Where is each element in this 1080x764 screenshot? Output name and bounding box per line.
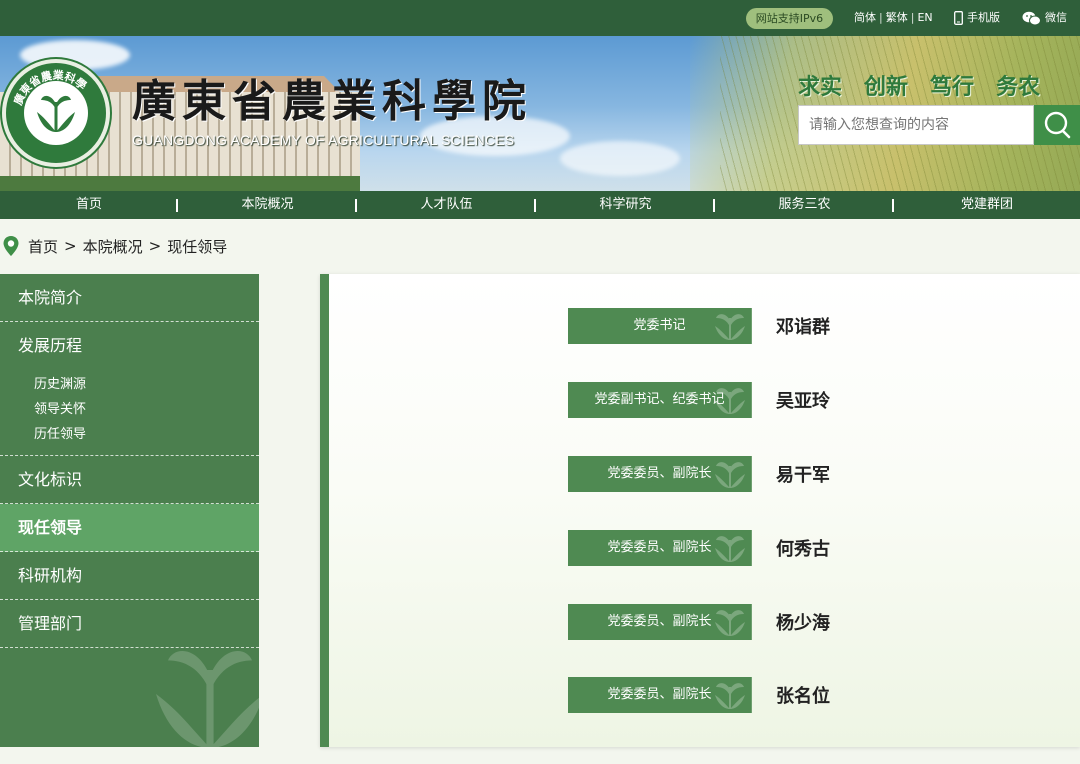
logo-seal-text: 廣東省農業科學 — [11, 68, 90, 107]
nav-item-home[interactable]: 首页 — [0, 191, 178, 219]
leader-role-badge: 党委委员、副院长 — [568, 677, 752, 713]
leaf-decoration-icon — [715, 683, 745, 709]
leader-name[interactable]: 杨少海 — [776, 609, 830, 635]
sidebar: 本院简介 发展历程 历史渊源 领导关怀 历任领导 文化标识 现任领导 科研机构 … — [0, 274, 259, 747]
nav-item-label: 人才队伍 — [420, 197, 473, 212]
leader-role: 党委委员、副院长 — [607, 540, 712, 555]
wechat-icon — [1022, 11, 1041, 25]
lang-traditional-link[interactable]: 繁体 — [886, 11, 908, 24]
leaf-decoration-icon — [715, 462, 745, 488]
wechat-link[interactable]: 微信 — [1022, 9, 1067, 27]
nav-item-label: 服务三农 — [778, 197, 831, 212]
leader-name[interactable]: 张名位 — [776, 682, 830, 708]
leader-name[interactable]: 邓诣群 — [776, 313, 830, 339]
lang-simplified-link[interactable]: 简体 — [854, 11, 876, 24]
leader-name[interactable]: 易干军 — [776, 461, 830, 487]
language-switcher: 简体 | 繁体 | EN — [854, 9, 933, 27]
leader-entry: 党委委员、副院长 杨少海 — [568, 604, 830, 640]
leader-role-badge: 党委委员、副院长 — [568, 456, 752, 492]
nav-item-label: 党建群团 — [960, 197, 1013, 212]
header-banner: 廣東省農業科學 廣東省農業科學院 GUANGDONG ACADEMY OF AG… — [0, 36, 1080, 191]
academy-name-chinese: 廣東省農業科學院 — [132, 76, 532, 127]
leader-role-badge: 党委委员、副院长 — [568, 530, 752, 566]
lang-divider: | — [910, 11, 915, 24]
leader-role: 党委副书记、纪委书记 — [594, 392, 725, 407]
motto-word: 笃行 — [930, 75, 975, 100]
search-input[interactable] — [798, 105, 1034, 145]
svg-text:廣東省農業科學: 廣東省農業科學 — [11, 68, 90, 107]
leader-entry: 党委委员、副院长 张名位 — [568, 677, 830, 713]
wechat-label: 微信 — [1045, 11, 1067, 24]
motto-word: 求实 — [798, 75, 843, 100]
motto-row: 求实 创新 笃行 务农 — [798, 74, 1040, 102]
leader-role: 党委委员、副院长 — [607, 466, 712, 481]
leader-role-badge: 党委委员、副院长 — [568, 604, 752, 640]
lang-english-link[interactable]: EN — [917, 11, 932, 24]
leaders-panel: 党委书记 邓诣群 党委副书记、纪委书记 吴亚玲 党委委员、副院长 易干军 党委委… — [320, 274, 1080, 747]
nav-item-label: 本院概况 — [241, 197, 294, 212]
academy-logo[interactable]: 廣東省農業科學 — [2, 59, 110, 167]
sidebar-item-management[interactable]: 管理部门 — [0, 600, 259, 648]
leaf-watermark-icon — [156, 651, 259, 747]
main-nav: 首页 本院概况 人才队伍 科学研究 服务三农 党建群团 — [0, 191, 1080, 219]
sidebar-sublist-history: 历史渊源 领导关怀 历任领导 — [0, 370, 259, 456]
sidebar-item-intro[interactable]: 本院简介 — [0, 274, 259, 322]
sidebar-subitem-leader-care[interactable]: 领导关怀 — [34, 397, 259, 422]
search-button[interactable] — [1034, 105, 1080, 145]
nav-item-talent[interactable]: 人才队伍 — [357, 191, 536, 219]
nav-item-party[interactable]: 党建群团 — [894, 191, 1080, 219]
breadcrumb-home[interactable]: 首页 — [28, 236, 58, 257]
leader-role: 党委书记 — [633, 318, 686, 333]
sidebar-item-current-leaders[interactable]: 现任领导 — [0, 504, 259, 552]
lang-divider: | — [879, 11, 883, 24]
leaf-decoration-icon — [715, 610, 745, 636]
search-box — [798, 105, 1080, 145]
mobile-version-label: 手机版 — [967, 11, 1000, 24]
phone-icon — [954, 11, 963, 25]
sidebar-item-history[interactable]: 发展历程 — [0, 322, 259, 370]
nav-item-service[interactable]: 服务三农 — [715, 191, 894, 219]
leader-name[interactable]: 吴亚玲 — [776, 387, 830, 413]
sidebar-item-culture[interactable]: 文化标识 — [0, 456, 259, 504]
leaf-decoration-icon — [715, 536, 745, 562]
nav-item-label: 首页 — [75, 197, 102, 212]
sidebar-subitem-former-leaders[interactable]: 历任领导 — [34, 422, 259, 447]
mobile-version-link[interactable]: 手机版 — [954, 9, 1000, 27]
leader-role-badge: 党委书记 — [568, 308, 752, 344]
location-pin-icon — [3, 236, 19, 256]
cloud-decoration — [560, 141, 680, 176]
top-bar: 网站支持IPv6 简体 | 繁体 | EN 手机版 微信 — [0, 0, 1080, 36]
logo-seal: 廣東省農業科學 — [11, 68, 90, 107]
leader-entry: 党委副书记、纪委书记 吴亚玲 — [568, 382, 830, 418]
nav-item-label: 科学研究 — [599, 197, 652, 212]
breadcrumb: 首页 > 本院概况 > 现任领导 — [0, 232, 227, 260]
breadcrumb-separator: > — [64, 237, 77, 255]
sidebar-item-research-institutes[interactable]: 科研机构 — [0, 552, 259, 600]
nav-item-research[interactable]: 科学研究 — [536, 191, 715, 219]
breadcrumb-overview[interactable]: 本院概况 — [83, 236, 143, 257]
search-icon — [1044, 111, 1071, 139]
greenery-strip — [0, 176, 360, 191]
leaf-decoration-icon — [715, 314, 745, 340]
ipv6-badge[interactable]: 网站支持IPv6 — [746, 8, 833, 29]
academy-name-english: GUANGDONG ACADEMY OF AGRICULTURAL SCIENC… — [132, 132, 515, 148]
leader-role-badge: 党委副书记、纪委书记 — [568, 382, 752, 418]
motto-word: 务农 — [996, 75, 1041, 100]
leader-name[interactable]: 何秀古 — [776, 535, 830, 561]
breadcrumb-current: 现任领导 — [167, 237, 228, 256]
nav-item-overview[interactable]: 本院概况 — [178, 191, 357, 219]
motto-word: 创新 — [864, 75, 909, 100]
leader-role: 党委委员、副院长 — [607, 614, 712, 629]
leader-entry: 党委委员、副院长 何秀古 — [568, 530, 830, 566]
leader-role: 党委委员、副院长 — [607, 687, 712, 702]
leader-entry: 党委书记 邓诣群 — [568, 308, 830, 344]
breadcrumb-separator: > — [148, 237, 162, 255]
sidebar-subitem-origins[interactable]: 历史渊源 — [34, 372, 259, 397]
leader-entry: 党委委员、副院长 易干军 — [568, 456, 830, 492]
